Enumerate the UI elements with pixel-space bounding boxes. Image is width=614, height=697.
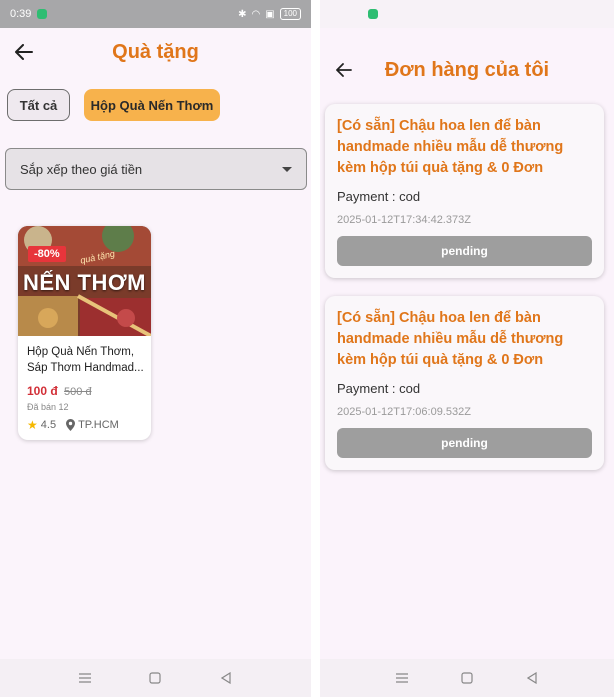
- order-payment: Payment : cod: [337, 381, 421, 396]
- product-image: quà tặng -80% NẾN THƠM: [18, 226, 151, 336]
- order-date: 2025-01-12T17:06:09.532Z: [337, 406, 471, 418]
- home-square-icon[interactable]: [457, 668, 477, 688]
- product-old-price: 500 đ: [64, 386, 92, 398]
- battery-icon: 100: [279, 8, 301, 20]
- map-pin-icon: [66, 419, 76, 431]
- product-name: Hộp Quà Nến Thơm, Sáp Thơm Handmad...: [27, 344, 145, 376]
- wifi-icon: ◠: [251, 8, 261, 20]
- image-overlay-text: NẾN THƠM: [23, 270, 146, 295]
- status-bar: [320, 0, 614, 28]
- app-notification-icon: [37, 9, 48, 19]
- discount-badge: -80%: [28, 246, 66, 262]
- app-bar: Quà tặng: [0, 32, 311, 72]
- status-time: 0:39: [10, 8, 32, 20]
- status-icons: ✱ ◠ ▣ 100: [238, 8, 301, 20]
- status-bar: 0:39 ✱ ◠ ▣ 100: [0, 0, 311, 28]
- product-location: TP.HCM: [78, 419, 119, 431]
- product-name-line2: Sáp Thơm Handmad...: [27, 362, 144, 374]
- page-title: Quà tặng: [112, 40, 199, 63]
- bluetooth-icon: ✱: [238, 8, 247, 20]
- system-nav-bar: [320, 659, 614, 697]
- back-triangle-icon[interactable]: [216, 668, 236, 688]
- sort-dropdown[interactable]: Sắp xếp theo giá tiền: [5, 148, 307, 190]
- gift-screen: 0:39 ✱ ◠ ▣ 100 Quà tặng Tất cả Hộp Quà N…: [0, 0, 311, 697]
- menu-icon[interactable]: [75, 668, 95, 688]
- star-icon: ★: [27, 418, 38, 432]
- product-rating: 4.5: [40, 419, 57, 431]
- order-title: [Có sẵn] Chậu hoa len để bàn handmade nh…: [337, 310, 564, 368]
- product-meta: ★ 4.5 TP.HCM: [27, 418, 119, 432]
- arrow-left-icon[interactable]: [12, 40, 36, 64]
- order-status-button[interactable]: pending: [337, 428, 592, 458]
- home-square-icon[interactable]: [145, 668, 165, 688]
- sold-count: Đã bán 12: [27, 402, 69, 412]
- order-title: [Có sẵn] Chậu hoa len để bàn handmade nh…: [337, 118, 564, 176]
- app-bar: Đơn hàng của tôi: [320, 50, 614, 90]
- menu-icon[interactable]: [392, 668, 412, 688]
- sort-label: Sắp xếp theo giá tiền: [20, 161, 143, 177]
- price-row: 100 đ 500 đ: [27, 384, 92, 398]
- order-card[interactable]: [Có sẵn] Chậu hoa len để bàn handmade nh…: [325, 104, 604, 278]
- page-title: Đơn hàng của tôi: [384, 58, 550, 81]
- caret-down-icon: [282, 166, 292, 172]
- product-price: 100 đ: [27, 384, 58, 398]
- app-notification-icon: [368, 9, 378, 19]
- order-card[interactable]: [Có sẵn] Chậu hoa len để bàn handmade nh…: [325, 296, 604, 470]
- order-status-button[interactable]: pending: [337, 236, 592, 266]
- back-triangle-icon[interactable]: [522, 668, 542, 688]
- order-payment: Payment : cod: [337, 189, 421, 204]
- arrow-left-icon[interactable]: [332, 58, 356, 82]
- filter-chip-candle-gift[interactable]: Hộp Quà Nến Thơm: [84, 89, 220, 121]
- orders-screen: Đơn hàng của tôi [Có sẵn] Chậu hoa len đ…: [320, 0, 614, 697]
- cast-icon: ▣: [265, 8, 275, 20]
- system-nav-bar: [0, 659, 311, 697]
- filter-chip-all[interactable]: Tất cả: [7, 89, 70, 121]
- product-card[interactable]: quà tặng -80% NẾN THƠM Hộp Quà Nến Thơm,…: [18, 226, 151, 440]
- product-name-line1: Hộp Quà Nến Thơm,: [27, 346, 135, 358]
- order-date: 2025-01-12T17:34:42.373Z: [337, 214, 471, 226]
